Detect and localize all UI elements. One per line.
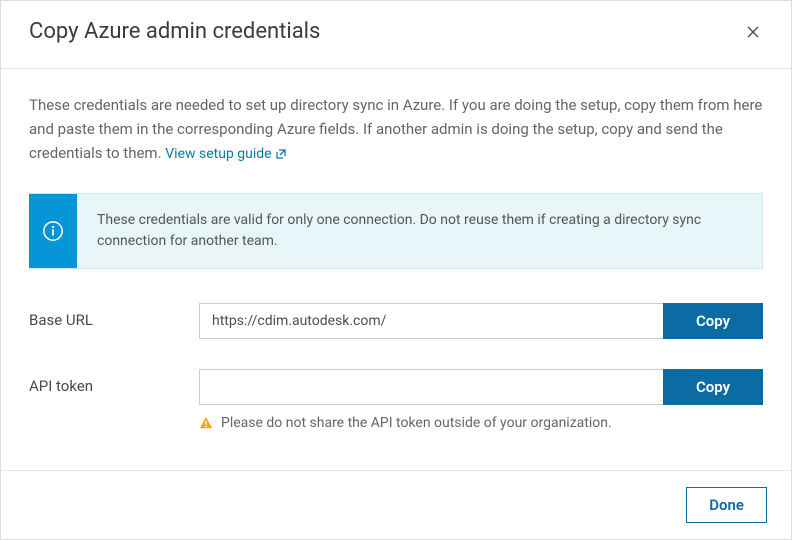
dialog: Copy Azure admin credentials These crede… xyxy=(0,0,792,540)
intro-copy: These credentials are needed to set up d… xyxy=(29,96,762,162)
api-token-input-group: Copy xyxy=(199,369,763,405)
api-token-row: API token Copy Please do not share the A… xyxy=(29,369,763,431)
api-token-main: Copy Please do not share the API token o… xyxy=(199,369,763,431)
dialog-body: These credentials are needed to set up d… xyxy=(1,69,791,470)
base-url-row: Base URL Copy xyxy=(29,303,763,339)
api-token-input[interactable] xyxy=(199,369,663,405)
warning-icon xyxy=(199,416,213,430)
base-url-label: Base URL xyxy=(29,303,199,329)
copy-base-url-button[interactable]: Copy xyxy=(663,303,763,339)
close-button[interactable] xyxy=(743,22,763,42)
base-url-input-group: Copy xyxy=(199,303,763,339)
dialog-title: Copy Azure admin credentials xyxy=(29,19,320,44)
api-token-label: API token xyxy=(29,369,199,395)
base-url-main: Copy xyxy=(199,303,763,339)
copy-api-token-button[interactable]: Copy xyxy=(663,369,763,405)
info-banner-text: These credentials are valid for only one… xyxy=(77,194,762,268)
external-link-icon xyxy=(275,148,287,160)
base-url-input[interactable] xyxy=(199,303,663,339)
close-icon xyxy=(745,24,761,40)
done-button[interactable]: Done xyxy=(686,487,767,523)
view-setup-guide-label: View setup guide xyxy=(165,143,271,165)
api-token-warning: Please do not share the API token outsid… xyxy=(199,415,763,431)
dialog-footer: Done xyxy=(1,470,791,539)
info-icon-column xyxy=(29,194,77,268)
dialog-header: Copy Azure admin credentials xyxy=(1,1,791,69)
info-banner: These credentials are valid for only one… xyxy=(29,193,763,269)
api-token-warning-text: Please do not share the API token outsid… xyxy=(221,415,612,431)
intro-text: These credentials are needed to set up d… xyxy=(29,93,763,165)
info-icon xyxy=(42,220,64,242)
view-setup-guide-link[interactable]: View setup guide xyxy=(165,143,286,165)
